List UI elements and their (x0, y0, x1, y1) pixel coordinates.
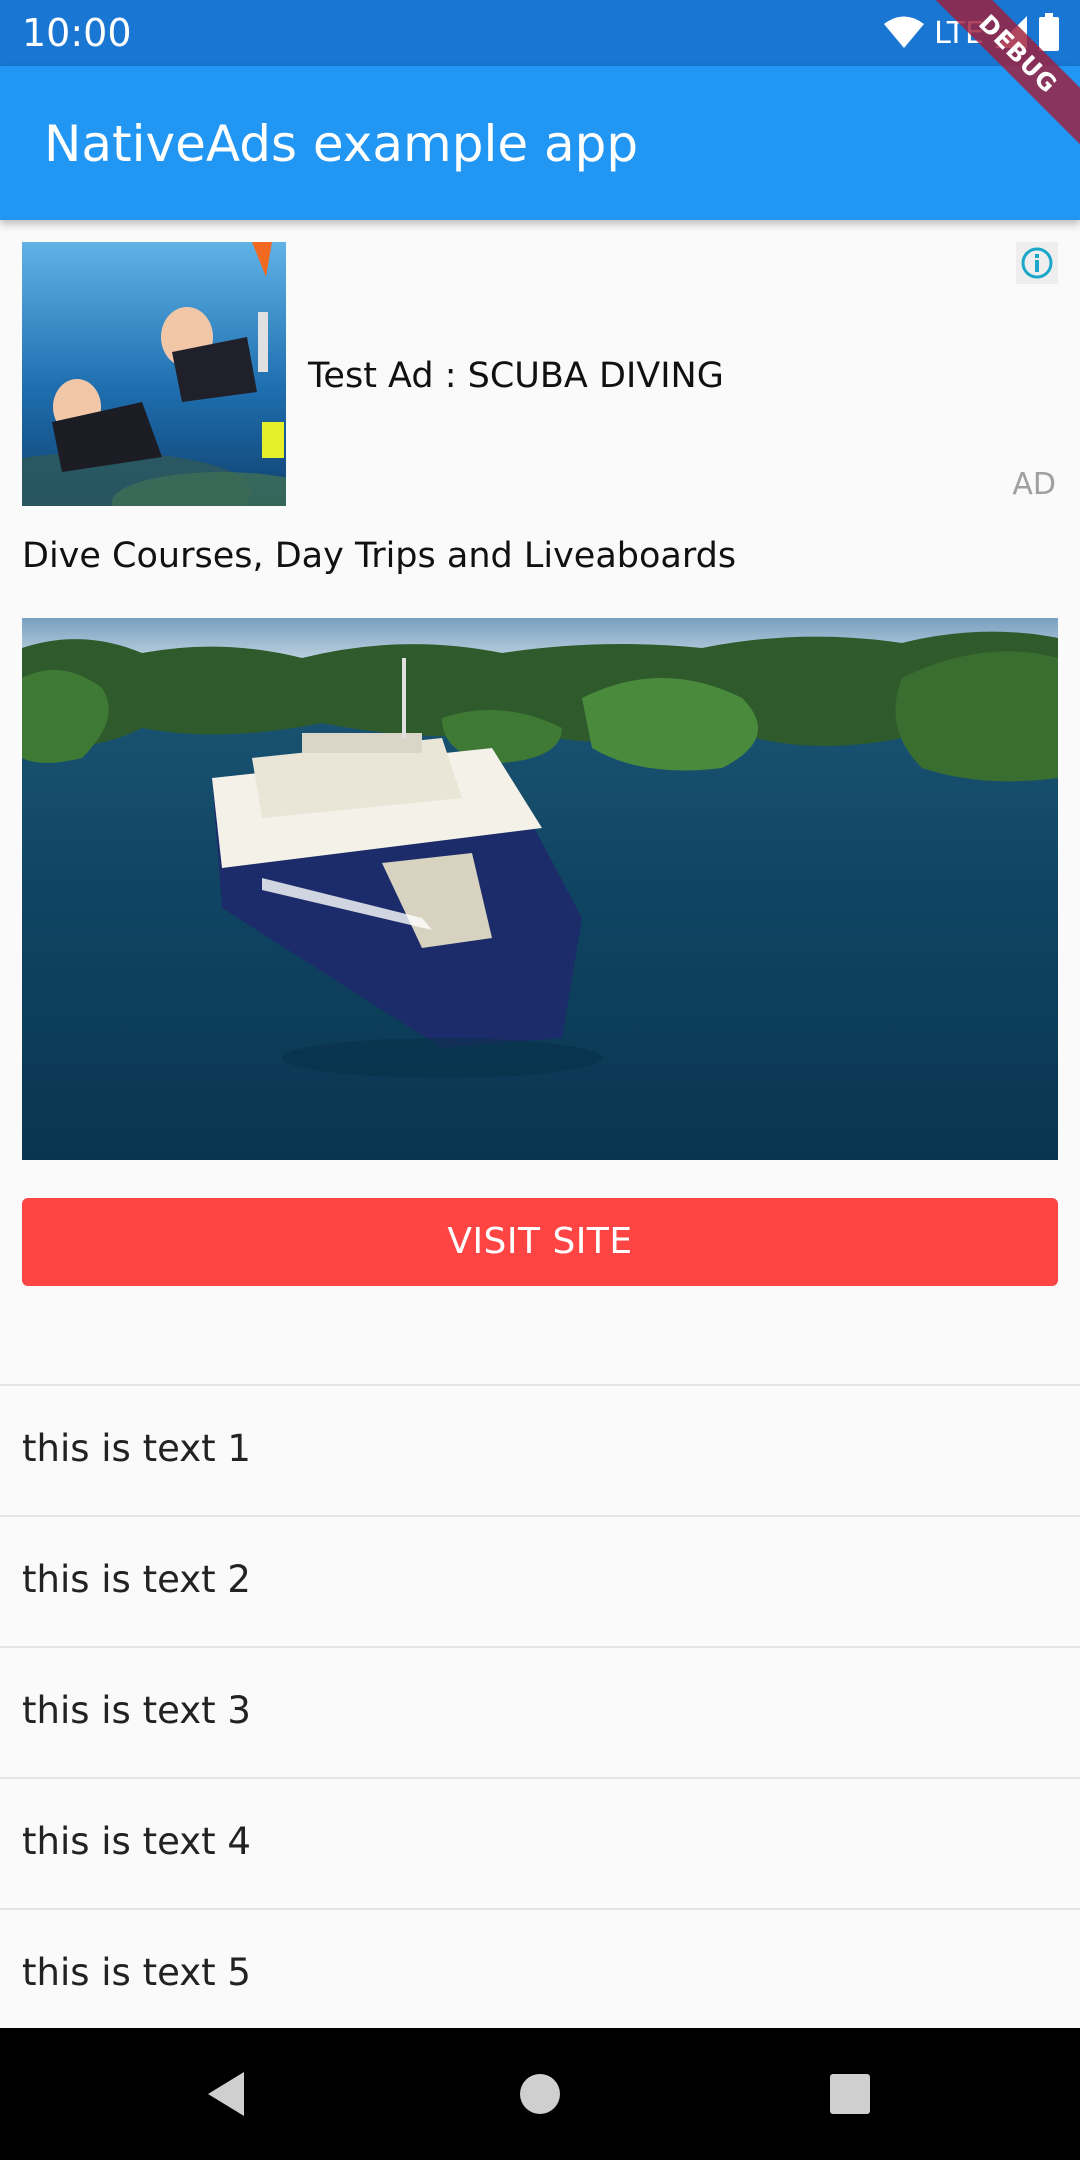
list-item[interactable]: this is text 2 (0, 1515, 1080, 1646)
list-item-text: this is text 1 (22, 1427, 251, 1470)
list-item-text: this is text 5 (22, 1951, 251, 1994)
list-item-text: this is text 3 (22, 1689, 251, 1732)
list-item[interactable]: this is text 1 (0, 1384, 1080, 1515)
text-list: this is text 1 this is text 2 this is te… (0, 1384, 1080, 2039)
visit-site-button[interactable]: VISIT SITE (22, 1198, 1058, 1286)
status-bar: 10:00 LTE (0, 0, 1080, 66)
navigation-bar (0, 2028, 1080, 2160)
ad-media-image[interactable] (22, 618, 1058, 1160)
recents-icon[interactable] (820, 2064, 880, 2124)
list-item[interactable]: this is text 3 (0, 1646, 1080, 1777)
list-item[interactable]: this is text 5 (0, 1908, 1080, 2039)
app-screen: 10:00 LTE DEBUG NativeAds example app Te… (0, 0, 1080, 2160)
ad-badge: AD (1012, 467, 1056, 502)
wifi-icon (884, 15, 925, 53)
list-item-text: this is text 2 (22, 1558, 251, 1601)
ad-icon-image[interactable] (22, 242, 286, 506)
ad-headline[interactable]: Test Ad : SCUBA DIVING (308, 354, 724, 398)
app-bar: NativeAds example app (0, 66, 1080, 220)
status-time: 10:00 (22, 11, 132, 55)
app-title: NativeAds example app (44, 115, 639, 173)
list-item[interactable]: this is text 4 (0, 1777, 1080, 1908)
back-icon[interactable] (196, 2064, 256, 2124)
ad-body-text[interactable]: Dive Courses, Day Trips and Liveaboards (22, 534, 736, 578)
list-item-text: this is text 4 (22, 1820, 251, 1863)
info-icon[interactable] (1016, 242, 1058, 284)
home-icon[interactable] (510, 2064, 570, 2124)
